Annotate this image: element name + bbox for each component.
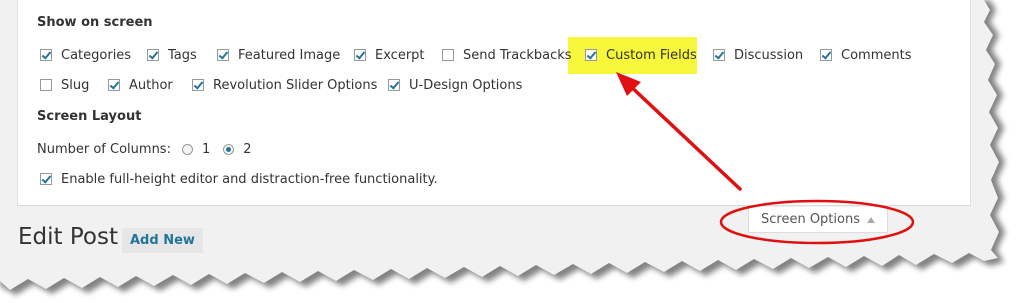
option-label: Send Trackbacks [463,47,572,63]
option-label: Slug [61,77,90,93]
option-label: Revolution Slider Options [213,77,378,93]
option-label: Discussion [734,47,804,63]
screen-options-tab-label: Screen Options [761,212,860,227]
page-title: Edit Post [18,224,118,250]
option-label: Featured Image [238,47,341,63]
option-label: Tags [168,47,197,63]
option-excerpt[interactable]: Excerpt [354,46,425,64]
slug-checkbox[interactable] [40,79,52,91]
option-author[interactable]: Author [108,76,173,94]
columns-radio-2[interactable] [223,143,235,155]
discussion-checkbox[interactable] [713,49,725,61]
option-revolution-slider[interactable]: Revolution Slider Options [192,76,377,94]
distraction-free-checkbox[interactable] [40,173,52,185]
option-label: Enable full-height editor and distractio… [61,171,438,187]
option-discussion[interactable]: Discussion [713,46,803,64]
option-label: Comments [841,47,912,63]
comments-checkbox[interactable] [820,49,832,61]
option-custom-fields[interactable]: Custom Fields [585,46,697,64]
option-label: U-Design Options [409,77,523,93]
option-distraction-free[interactable]: Enable full-height editor and distractio… [40,170,438,188]
u-design-checkbox[interactable] [388,79,400,91]
columns-option-2-label: 2 [243,141,252,157]
option-label: Excerpt [375,47,425,63]
option-u-design[interactable]: U-Design Options [388,76,522,94]
send-trackbacks-checkbox[interactable] [442,49,454,61]
option-comments[interactable]: Comments [820,46,911,64]
excerpt-checkbox[interactable] [354,49,366,61]
option-categories[interactable]: Categories [40,46,131,64]
caret-up-icon [867,216,875,223]
custom-fields-checkbox[interactable] [585,49,597,61]
option-tags[interactable]: Tags [147,46,197,64]
columns-row: Number of Columns: 1 2 [37,140,252,158]
option-slug[interactable]: Slug [40,76,89,94]
columns-option-1-label: 1 [201,141,211,157]
columns-label: Number of Columns: [37,141,171,157]
option-send-trackbacks[interactable]: Send Trackbacks [442,46,572,64]
show-on-screen-heading: Show on screen [37,15,153,30]
screen-options-tab[interactable]: Screen Options [748,207,888,233]
categories-checkbox[interactable] [40,49,52,61]
option-label: Categories [61,47,132,63]
option-featured-image[interactable]: Featured Image [217,46,340,64]
screen-layout-heading: Screen Layout [37,109,142,124]
tags-checkbox[interactable] [147,49,159,61]
option-label: Custom Fields [606,47,697,63]
add-new-button[interactable]: Add New [122,228,203,253]
columns-radio-1[interactable] [181,143,193,155]
option-label: Author [129,77,173,93]
wp-admin-screen: Show on screen Categories Tags Featured … [0,0,1017,303]
featured-image-checkbox[interactable] [217,49,229,61]
revolution-slider-checkbox[interactable] [192,79,204,91]
author-checkbox[interactable] [108,79,120,91]
